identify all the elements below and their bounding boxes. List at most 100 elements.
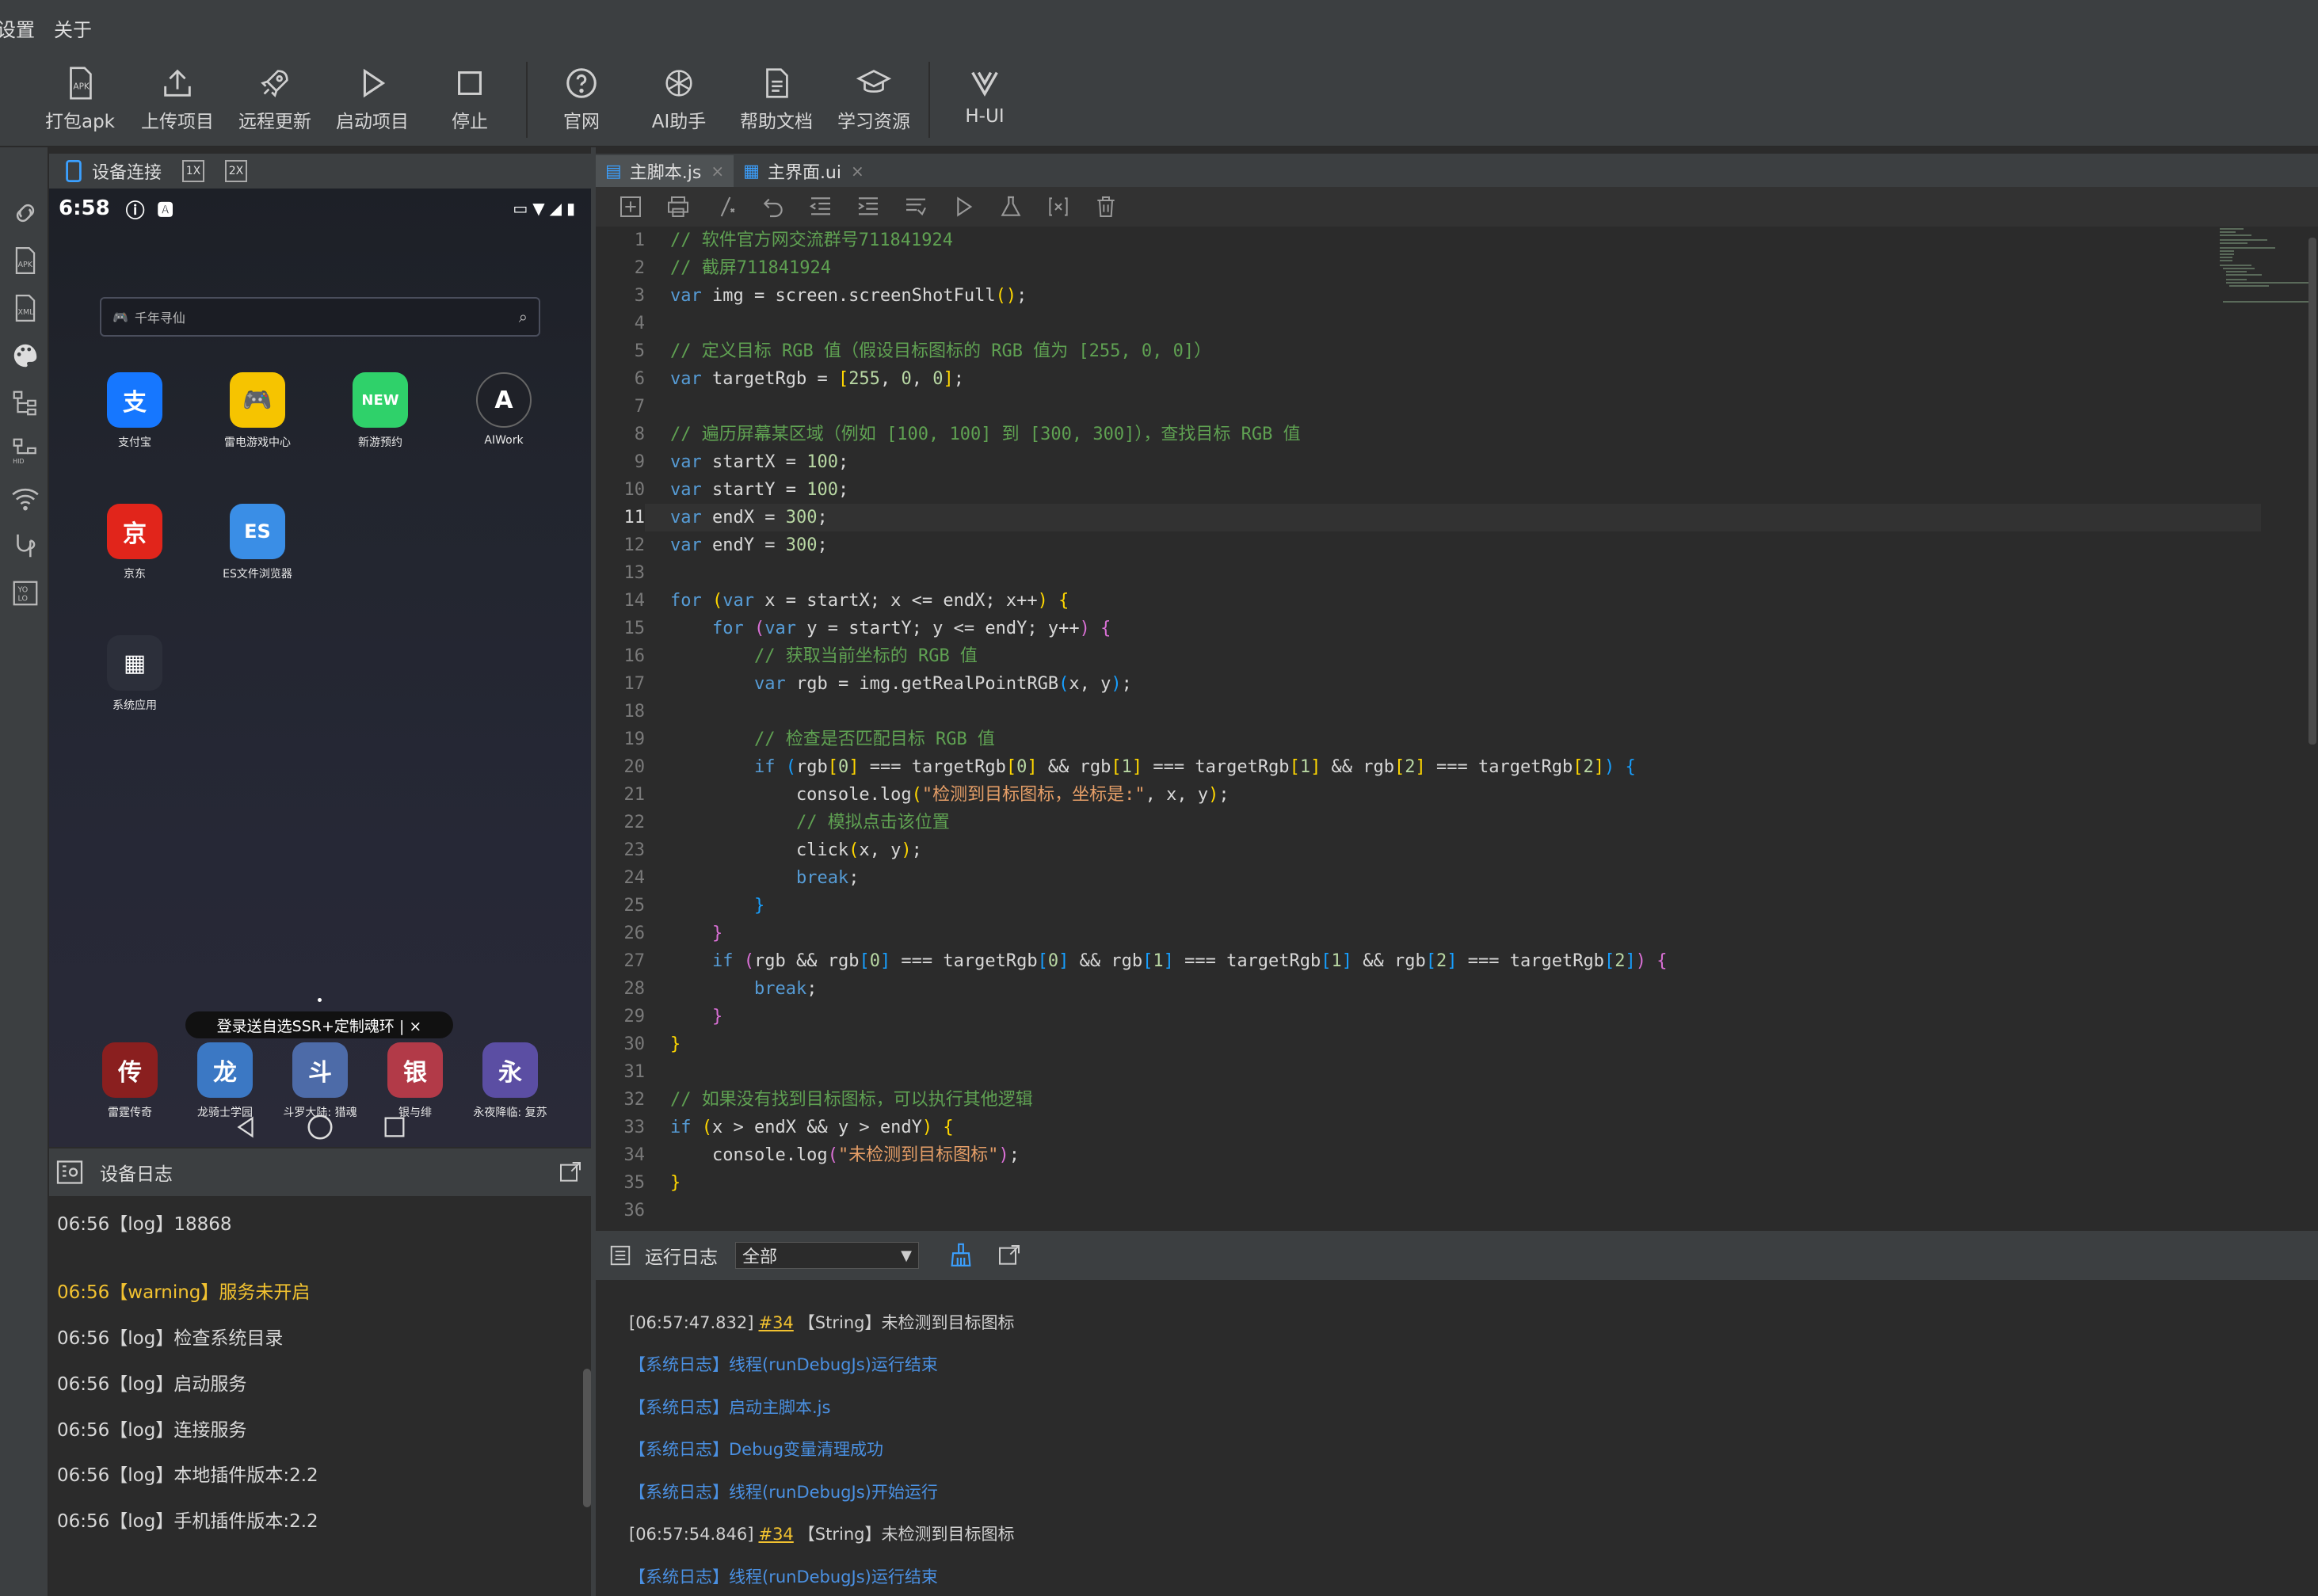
code-area[interactable]: // 软件官方网交流群号711841924 // 截屏711841924 var… xyxy=(670,227,2255,1231)
run-log-line: [06:57:54.846] #34 【String】未检测到目标图标 xyxy=(629,1522,1014,1545)
export-image-icon[interactable] xyxy=(558,1160,583,1185)
code-line: } xyxy=(670,1034,681,1054)
code-line: var targetRgb = [255, 0, 0]; xyxy=(670,369,964,389)
code-line: // 获取当前坐标的 RGB 值 xyxy=(753,646,978,666)
h-ui-label: H-UI xyxy=(965,106,1005,127)
line-number: 3 xyxy=(634,286,645,306)
run-log-list: [06:57:47.832] #34 【String】未检测到目标图标 【系统日志】… xyxy=(596,1280,2318,1596)
line-number: 17 xyxy=(623,674,646,694)
tab-main-ui[interactable]: ▦ 主界面.ui × xyxy=(734,155,874,187)
h-ui-logo-icon xyxy=(971,71,998,97)
log-line-warning: 06:56【warning】服务未开启 xyxy=(57,1282,311,1303)
variables-button[interactable] xyxy=(1041,189,1076,224)
usb-tool[interactable] xyxy=(10,529,41,562)
editor-scrollbar[interactable] xyxy=(2308,238,2316,745)
link-icon xyxy=(16,204,35,223)
zoom-1x-button[interactable]: 1X xyxy=(182,160,205,182)
ai-assistant-button[interactable]: AI助手 xyxy=(634,60,724,139)
code-line: // 截屏711841924 xyxy=(670,258,831,278)
log-filter-select[interactable]: 全部 ▼ xyxy=(735,1242,919,1269)
remote-update-button[interactable]: 远程更新 xyxy=(230,60,320,139)
upload-project-button[interactable]: 上传项目 xyxy=(132,60,223,139)
help-docs-button[interactable]: 帮助文档 xyxy=(731,60,822,139)
app-icon[interactable]: 支 支付宝 xyxy=(87,372,182,450)
broom-clear-icon[interactable] xyxy=(947,1242,974,1269)
comment-button[interactable] xyxy=(708,189,743,224)
wifi-tool[interactable] xyxy=(10,482,41,515)
alipay-icon: 支 xyxy=(107,372,162,428)
clear-button[interactable] xyxy=(1088,189,1123,224)
code-editor[interactable]: 1 2 3 4 5 6 7 8 9 10 11 12 13 14 15 16 17 18 19 20 21 22 23 24 2… xyxy=(596,227,2318,1231)
build-apk-button[interactable]: APK 打包apk xyxy=(35,60,125,139)
h-ui-button[interactable]: H-UI xyxy=(940,60,1030,139)
indent-button[interactable] xyxy=(851,189,886,224)
hid-tree-tool[interactable]: HID xyxy=(10,434,41,467)
line-number: 10 xyxy=(623,480,646,500)
color-picker-tool[interactable] xyxy=(10,339,41,372)
code-line: for (var y = startY; y <= endY; y++) { xyxy=(711,619,1111,638)
test-button[interactable] xyxy=(993,189,1028,224)
app-icon[interactable]: 京 京东 xyxy=(87,504,182,581)
outdent-button[interactable] xyxy=(803,189,838,224)
line-number: 15 xyxy=(623,619,646,638)
apk-tool[interactable]: APK xyxy=(10,244,41,277)
apk-package-icon: APK xyxy=(70,67,92,100)
export-image-icon[interactable] xyxy=(997,1243,1022,1268)
help-circle-icon xyxy=(566,68,597,98)
phone-screen-mirror[interactable]: 6:58 ⓘ 🅰 ▭▼◢▮ 🎮 千年寻仙 ⌕ 支 支付宝 🎮 雷电游戏中心 NE… xyxy=(49,189,591,1147)
promo-banner[interactable]: 登录送自选SSR+定制魂环 | × xyxy=(185,1011,453,1038)
code-line: console.log("未检测到目标图标"); xyxy=(670,1145,1020,1165)
app-icon[interactable]: 🎮 雷电游戏中心 xyxy=(210,372,305,450)
print-button[interactable] xyxy=(661,189,696,224)
app-icon[interactable]: NEW 新游预约 xyxy=(333,372,428,450)
info-icon: ⓘ xyxy=(125,199,145,222)
line-number: 36 xyxy=(623,1201,646,1221)
phone-search-bar[interactable]: 🎮 千年寻仙 ⌕ xyxy=(100,297,540,337)
menu-settings[interactable]: 设置 xyxy=(0,14,35,42)
tab-label: 主界面.ui xyxy=(767,163,841,183)
plus-box-icon xyxy=(620,196,641,217)
device-log-scrollbar[interactable] xyxy=(583,1369,591,1507)
app-icon[interactable]: ▦ 系统应用 xyxy=(87,635,182,713)
device-panel-header: 设备连接 1X 2X xyxy=(49,154,594,189)
toolbar-separator xyxy=(928,62,930,138)
menu-about[interactable]: 关于 xyxy=(54,14,92,42)
line-number: 26 xyxy=(623,924,646,943)
line-number: 18 xyxy=(623,702,646,722)
close-icon[interactable]: × xyxy=(851,162,864,181)
build-apk-label: 打包apk xyxy=(44,112,115,132)
official-site-button[interactable]: 官网 xyxy=(536,60,627,139)
format-button[interactable] xyxy=(898,189,933,224)
line-number: 2 xyxy=(634,258,645,278)
code-line: break; xyxy=(795,868,860,888)
close-icon[interactable]: × xyxy=(711,162,724,181)
line-number: 9 xyxy=(634,452,645,472)
line-number: 23 xyxy=(623,840,646,860)
game-icon: 银 xyxy=(387,1042,443,1098)
zoom-2x-button[interactable]: 2X xyxy=(225,160,248,182)
source-line-link[interactable]: #34 xyxy=(758,1525,793,1544)
xml-tool[interactable]: XML xyxy=(10,291,41,325)
source-line-link[interactable]: #34 xyxy=(758,1313,793,1332)
stop-button[interactable]: 停止 xyxy=(425,60,515,139)
start-project-button[interactable]: 启动项目 xyxy=(327,60,417,139)
connect-tool[interactable] xyxy=(10,196,41,230)
back-icon[interactable] xyxy=(232,1114,259,1141)
app-icon[interactable]: ES ES文件浏览器 xyxy=(210,504,305,581)
run-button[interactable] xyxy=(946,189,981,224)
learning-resources-button[interactable]: 学习资源 xyxy=(829,60,919,139)
tab-main-script[interactable]: ▤ 主脚本.js × xyxy=(596,155,734,187)
recents-icon[interactable] xyxy=(381,1114,408,1141)
new-file-button[interactable] xyxy=(613,189,648,224)
device-connect-tab[interactable]: 设备连接 xyxy=(49,158,162,184)
line-number: 32 xyxy=(623,1090,646,1110)
log-settings-icon xyxy=(56,1160,83,1184)
home-icon[interactable] xyxy=(305,1112,335,1142)
svg-text:HID: HID xyxy=(13,458,24,465)
node-tree-tool[interactable] xyxy=(10,387,41,420)
code-minimap[interactable] xyxy=(2218,227,2313,385)
undo-button[interactable] xyxy=(756,189,791,224)
yolo-tool[interactable]: YO LO xyxy=(10,577,41,610)
app-icon[interactable]: A AIWork xyxy=(456,372,551,447)
js-file-icon: ▤ xyxy=(605,161,622,181)
